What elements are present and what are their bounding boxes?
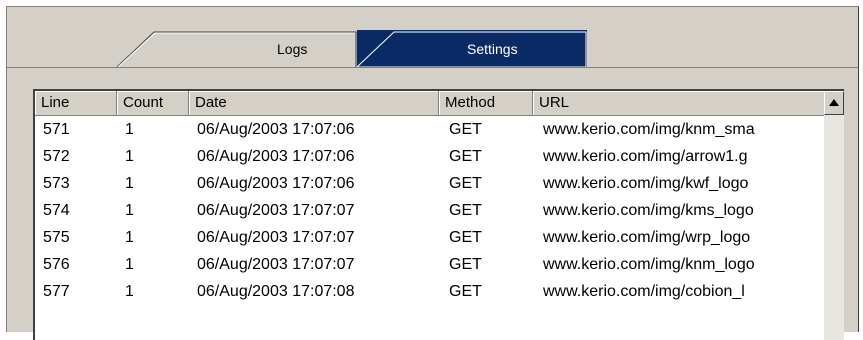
cell-date: 06/Aug/2003 17:07:06 bbox=[197, 175, 355, 192]
cell-method: GET bbox=[449, 175, 482, 192]
tab-logs-outline bbox=[117, 31, 357, 68]
cell-line: 573 bbox=[43, 175, 70, 192]
cell-method: GET bbox=[449, 121, 482, 138]
table-row[interactable]: 572 1 06/Aug/2003 17:07:06 GET www.kerio… bbox=[35, 143, 824, 170]
cell-date: 06/Aug/2003 17:07:07 bbox=[197, 256, 355, 273]
cell-date: 06/Aug/2003 17:07:06 bbox=[197, 121, 355, 138]
log-rows: 571 1 06/Aug/2003 17:07:06 GET www.kerio… bbox=[35, 116, 824, 305]
cell-method: GET bbox=[449, 148, 482, 165]
cell-url: www.kerio.com/img/kwf_logo bbox=[543, 175, 749, 192]
cell-method: GET bbox=[449, 229, 482, 246]
cell-url: www.kerio.com/img/knm_sma bbox=[543, 121, 755, 138]
cell-method: GET bbox=[449, 283, 482, 300]
cell-count: 1 bbox=[125, 256, 134, 273]
cell-line: 576 bbox=[43, 256, 70, 273]
table-row[interactable]: 576 1 06/Aug/2003 17:07:07 GET www.kerio… bbox=[35, 251, 824, 278]
cell-count: 1 bbox=[125, 148, 134, 165]
cell-date: 06/Aug/2003 17:07:07 bbox=[197, 229, 355, 246]
cell-url: www.kerio.com/img/knm_logo bbox=[543, 256, 755, 273]
tab-settings-label: Settings bbox=[467, 41, 518, 57]
cell-count: 1 bbox=[125, 175, 134, 192]
table-row[interactable]: 571 1 06/Aug/2003 17:07:06 GET www.kerio… bbox=[35, 116, 824, 143]
cell-url: www.kerio.com/img/cobion_l bbox=[543, 283, 745, 300]
column-header-date[interactable]: Date bbox=[189, 91, 439, 115]
column-header-count[interactable]: Count bbox=[117, 91, 189, 115]
column-header-method[interactable]: Method bbox=[439, 91, 533, 115]
cell-count: 1 bbox=[125, 229, 134, 246]
cell-line: 572 bbox=[43, 148, 70, 165]
log-panel: Logs Settings Line Count Date Method URL… bbox=[6, 6, 859, 340]
cell-count: 1 bbox=[125, 121, 134, 138]
cell-line: 575 bbox=[43, 229, 70, 246]
cell-method: GET bbox=[449, 202, 482, 219]
column-header-row: Line Count Date Method URL bbox=[35, 91, 824, 116]
cell-date: 06/Aug/2003 17:07:06 bbox=[197, 148, 355, 165]
cell-method: GET bbox=[449, 256, 482, 273]
cell-url: www.kerio.com/img/wrp_logo bbox=[543, 229, 751, 246]
cell-count: 1 bbox=[125, 202, 134, 219]
cell-url: www.kerio.com/img/arrow1.g bbox=[543, 148, 748, 165]
vertical-scrollbar[interactable] bbox=[824, 91, 844, 340]
log-list[interactable]: Line Count Date Method URL 571 1 06/Aug/… bbox=[33, 89, 844, 340]
table-row[interactable]: 574 1 06/Aug/2003 17:07:07 GET www.kerio… bbox=[35, 197, 824, 224]
cell-line: 574 bbox=[43, 202, 70, 219]
table-row[interactable]: 575 1 06/Aug/2003 17:07:07 GET www.kerio… bbox=[35, 224, 824, 251]
cell-line: 577 bbox=[43, 283, 70, 300]
tab-settings[interactable]: Settings bbox=[357, 30, 587, 67]
table-row[interactable]: 577 1 06/Aug/2003 17:07:08 GET www.kerio… bbox=[35, 278, 824, 305]
column-header-url[interactable]: URL bbox=[533, 91, 824, 115]
cell-url: www.kerio.com/img/kms_logo bbox=[543, 202, 754, 219]
cell-date: 06/Aug/2003 17:07:08 bbox=[197, 283, 355, 300]
table-row[interactable]: 573 1 06/Aug/2003 17:07:06 GET www.kerio… bbox=[35, 170, 824, 197]
cell-date: 06/Aug/2003 17:07:07 bbox=[197, 202, 355, 219]
cell-count: 1 bbox=[125, 283, 134, 300]
column-header-line[interactable]: Line bbox=[35, 91, 117, 115]
triangle-up-icon bbox=[829, 99, 839, 106]
cell-line: 571 bbox=[43, 121, 70, 138]
scroll-up-button[interactable] bbox=[824, 91, 844, 115]
